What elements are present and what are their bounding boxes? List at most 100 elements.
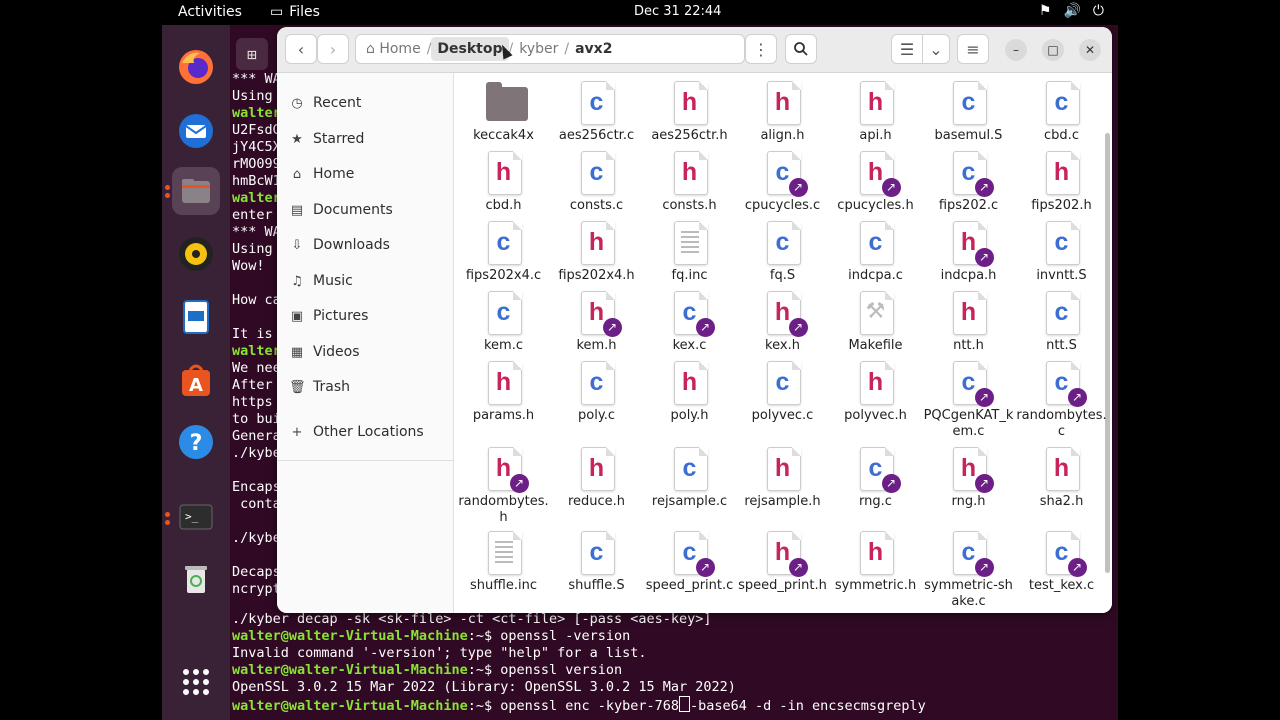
maximize-icon: □ bbox=[1047, 43, 1059, 57]
file-item[interactable]: c ↗ rng.c bbox=[829, 447, 922, 510]
file-item[interactable]: h poly.h bbox=[643, 361, 736, 424]
file-item[interactable]: h fips202.h bbox=[1015, 151, 1108, 214]
file-item[interactable]: h aes256ctr.h bbox=[643, 81, 736, 144]
file-item[interactable]: c polyvec.c bbox=[736, 361, 829, 424]
sidebar-item-pictures[interactable]: ▣ Pictures bbox=[289, 304, 369, 328]
file-item[interactable]: h ↗ kex.h bbox=[736, 291, 829, 354]
rhythmbox-icon[interactable] bbox=[172, 230, 220, 278]
firefox-icon[interactable] bbox=[172, 43, 220, 91]
file-item[interactable]: c ↗ fips202.c bbox=[922, 151, 1015, 214]
file-item[interactable]: h ↗ speed_print.h bbox=[736, 531, 829, 594]
path-menu-button[interactable]: ⋮ bbox=[745, 34, 777, 64]
file-item[interactable]: h ↗ kem.h bbox=[550, 291, 643, 354]
file-item[interactable]: c ↗ symmetric-shake.c bbox=[922, 531, 1015, 610]
activities-button[interactable]: Activities bbox=[178, 4, 242, 20]
file-item[interactable]: h ↗ randombytes.h bbox=[457, 447, 550, 526]
sidebar-item-home[interactable]: ⌂ Home bbox=[289, 162, 354, 186]
file-item[interactable]: c ntt.S bbox=[1015, 291, 1108, 354]
software-icon[interactable]: A bbox=[172, 356, 220, 404]
path-desktop[interactable]: Desktop bbox=[431, 37, 509, 61]
thunderbird-icon[interactable] bbox=[172, 107, 220, 155]
file-item[interactable]: c shuffle.S bbox=[550, 531, 643, 594]
file-item[interactable]: c cbd.c bbox=[1015, 81, 1108, 144]
sidebar-item-documents[interactable]: ▤ Documents bbox=[289, 198, 393, 222]
help-icon[interactable]: ? bbox=[172, 418, 220, 466]
file-item[interactable]: c kem.c bbox=[457, 291, 550, 354]
files-icon[interactable] bbox=[172, 167, 220, 215]
file-item[interactable]: c ↗ randombytes.c bbox=[1015, 361, 1108, 440]
file-item[interactable]: h ↗ rng.h bbox=[922, 447, 1015, 510]
file-item[interactable]: h params.h bbox=[457, 361, 550, 424]
file-item[interactable]: h symmetric.h bbox=[829, 531, 922, 594]
file-item[interactable]: c indcpa.c bbox=[829, 221, 922, 284]
system-menu[interactable]: ⚑ 🔊 ⏻ bbox=[1039, 3, 1104, 19]
file-item[interactable]: c fips202x4.c bbox=[457, 221, 550, 284]
sidebar-item-downloads[interactable]: ⇩ Downloads bbox=[289, 233, 390, 257]
file-item[interactable]: c consts.c bbox=[550, 151, 643, 214]
file-name: cbd.c bbox=[1044, 128, 1079, 143]
file-name: kem.c bbox=[483, 338, 523, 353]
symlink-arrow-icon: ↗ bbox=[881, 474, 901, 493]
close-button[interactable]: ✕ bbox=[1079, 39, 1101, 61]
file-item[interactable]: h align.h bbox=[736, 81, 829, 144]
clock[interactable]: Dec 31 22:44 bbox=[634, 4, 721, 19]
file-item[interactable]: h reduce.h bbox=[550, 447, 643, 510]
apps-grid-icon[interactable] bbox=[172, 658, 220, 706]
terminal-line: Wow! bbox=[232, 258, 265, 274]
file-item[interactable]: h sha2.h bbox=[1015, 447, 1108, 510]
file-item[interactable]: h ↗ indcpa.h bbox=[922, 221, 1015, 284]
sidebar-item-starred[interactable]: ★ Starred bbox=[289, 127, 364, 151]
back-button[interactable]: ‹ bbox=[285, 34, 317, 64]
path-avx2[interactable]: avx2 bbox=[569, 41, 618, 57]
file-item[interactable]: ⚒ Makefile bbox=[829, 291, 922, 354]
maximize-button[interactable]: □ bbox=[1042, 39, 1064, 61]
file-item[interactable]: h consts.h bbox=[643, 151, 736, 214]
file-item[interactable]: c poly.c bbox=[550, 361, 643, 424]
file-item[interactable]: c ↗ speed_print.c bbox=[643, 531, 736, 594]
view-options-button[interactable]: ⌄ bbox=[922, 34, 950, 64]
writer-icon[interactable] bbox=[172, 293, 220, 341]
file-item[interactable]: h rejsample.h bbox=[736, 447, 829, 510]
list-view-button[interactable]: ☰ bbox=[891, 34, 923, 64]
trash-icon[interactable] bbox=[172, 555, 220, 603]
file-item[interactable]: shuffle.inc bbox=[457, 531, 550, 594]
file-item[interactable]: c basemul.S bbox=[922, 81, 1015, 144]
minimize-button[interactable]: – bbox=[1005, 39, 1027, 61]
file-item[interactable]: c ↗ PQCgenKAT_kem.c bbox=[922, 361, 1015, 440]
main-menu-button[interactable]: ≡ bbox=[957, 34, 989, 64]
sidebar: ◷ Recent ★ Starred ⌂ Home ▤ Documents ⇩ Downloads… bbox=[277, 73, 454, 613]
path-kyber[interactable]: kyber bbox=[513, 41, 564, 57]
terminal-line: walter@walter-Virtual-Machine:~$ openssl… bbox=[232, 696, 926, 715]
sidebar-item-other-locations[interactable]: + Other Locations bbox=[289, 420, 424, 444]
file-item[interactable]: h ntt.h bbox=[922, 291, 1015, 354]
file-name: rng.c bbox=[859, 494, 892, 509]
sidebar-item-trash[interactable]: 🗑 Trash bbox=[289, 375, 350, 399]
file-item[interactable]: c ↗ test_kex.c bbox=[1015, 531, 1108, 594]
c-header-file-icon: h bbox=[672, 151, 708, 195]
new-tab-button[interactable]: ⊞ bbox=[236, 38, 268, 70]
file-item[interactable]: c invntt.S bbox=[1015, 221, 1108, 284]
file-name: fq.S bbox=[769, 268, 796, 283]
c-source-file-icon: c ↗ bbox=[765, 151, 808, 197]
sidebar-item-recent[interactable]: ◷ Recent bbox=[289, 91, 361, 115]
file-item[interactable]: c rejsample.c bbox=[643, 447, 736, 510]
c-source-file-icon: c ↗ bbox=[951, 151, 994, 197]
file-item[interactable]: h api.h bbox=[829, 81, 922, 144]
file-item[interactable]: c aes256ctr.c bbox=[550, 81, 643, 144]
app-menu[interactable]: ▭ Files bbox=[270, 4, 320, 20]
terminal-icon[interactable]: >_ bbox=[172, 493, 220, 541]
file-item[interactable]: c ↗ kex.c bbox=[643, 291, 736, 354]
file-item[interactable]: h polyvec.h bbox=[829, 361, 922, 424]
file-item[interactable]: keccak4x bbox=[457, 81, 550, 144]
file-item[interactable]: c fq.S bbox=[736, 221, 829, 284]
forward-button[interactable]: › bbox=[317, 34, 349, 64]
file-item[interactable]: fq.inc bbox=[643, 221, 736, 284]
path-home[interactable]: ⌂ Home bbox=[356, 41, 427, 57]
sidebar-item-music[interactable]: ♫ Music bbox=[289, 269, 353, 293]
file-item[interactable]: h cbd.h bbox=[457, 151, 550, 214]
file-item[interactable]: c ↗ cpucycles.c bbox=[736, 151, 829, 214]
file-item[interactable]: h fips202x4.h bbox=[550, 221, 643, 284]
file-item[interactable]: h ↗ cpucycles.h bbox=[829, 151, 922, 214]
sidebar-item-videos[interactable]: ▦ Videos bbox=[289, 340, 360, 364]
search-button[interactable] bbox=[785, 34, 817, 64]
